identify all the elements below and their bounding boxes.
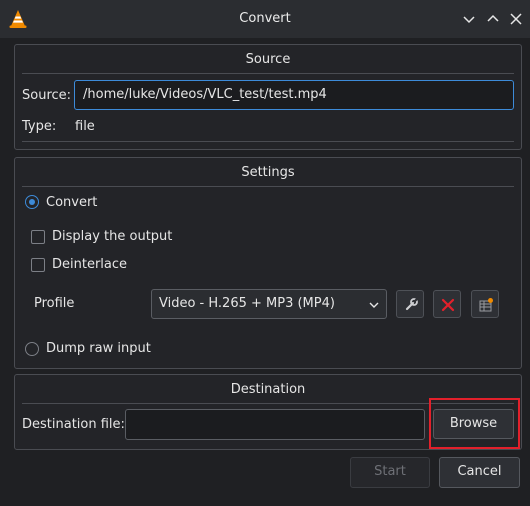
dump-raw-radio[interactable]: [25, 342, 39, 356]
type-value: file: [75, 119, 95, 134]
chevron-up-icon: [487, 14, 499, 22]
delete-profile-button[interactable]: [433, 290, 461, 318]
deinterlace-checkbox[interactable]: [31, 258, 45, 272]
profile-select-value: Video - H.265 + MP3 (MP4): [159, 296, 335, 311]
close-icon: [510, 13, 522, 25]
new-profile-button[interactable]: [471, 290, 499, 318]
edit-profile-button[interactable]: [396, 290, 424, 318]
source-bottom-divider: [22, 141, 514, 142]
convert-label[interactable]: Convert: [46, 195, 97, 210]
new-profile-icon: [479, 298, 493, 312]
destination-heading: Destination: [230, 382, 306, 397]
wrench-icon: [405, 298, 418, 311]
convert-radio[interactable]: [25, 195, 39, 209]
close-button[interactable]: [506, 9, 526, 29]
settings-group: Settings Convert Display the output Dein…: [14, 157, 522, 369]
display-output-checkbox[interactable]: [31, 230, 45, 244]
profile-select[interactable]: Video - H.265 + MP3 (MP4): [151, 289, 387, 319]
start-button[interactable]: Start: [350, 457, 430, 488]
deinterlace-label[interactable]: Deinterlace: [52, 257, 127, 272]
settings-divider: [22, 186, 514, 187]
chevron-down-icon: [369, 302, 379, 308]
window-title: Convert: [239, 11, 291, 26]
profile-label: Profile: [34, 296, 75, 311]
type-label: Type:: [22, 119, 57, 134]
destination-file-label: Destination file:: [22, 417, 125, 432]
minimize-button[interactable]: [459, 9, 479, 29]
source-heading: Source: [245, 52, 291, 67]
source-divider: [22, 73, 514, 74]
destination-file-field[interactable]: [125, 409, 425, 440]
browse-highlight-box: [429, 398, 520, 449]
red-x-icon: [441, 298, 455, 312]
dump-raw-label[interactable]: Dump raw input: [46, 341, 151, 356]
source-path-field[interactable]: /home/luke/Videos/VLC_test/test.mp4: [74, 80, 514, 110]
title-bar: Convert: [0, 0, 530, 38]
chevron-down-icon: [463, 16, 475, 24]
settings-heading: Settings: [241, 165, 295, 180]
display-output-label[interactable]: Display the output: [52, 229, 172, 244]
source-group: Source Source: /home/luke/Videos/VLC_tes…: [14, 44, 522, 150]
source-label: Source:: [22, 88, 72, 103]
cancel-button[interactable]: Cancel: [439, 457, 520, 488]
maximize-button[interactable]: [483, 9, 503, 29]
